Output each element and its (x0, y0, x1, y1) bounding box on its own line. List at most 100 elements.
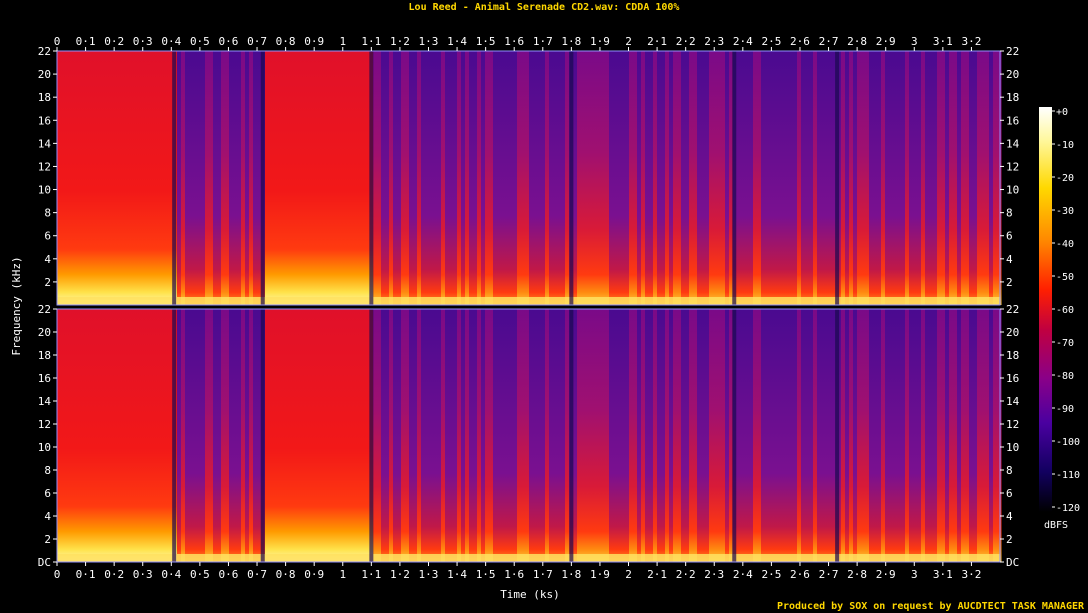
spectrum-column (397, 51, 402, 305)
x-tick-label-bottom: 2·8 (847, 568, 867, 581)
y-tick-label-left: 8 (44, 464, 51, 477)
y-tick-label-right: 6 (1006, 487, 1013, 500)
spectrum-column (273, 309, 278, 562)
track-boundary (172, 309, 177, 562)
spectrum-column (441, 309, 446, 562)
spectrum-column (621, 309, 626, 562)
spectrum-column (161, 51, 166, 305)
x-tick-label-top: 0·7 (247, 35, 267, 48)
spectrum-column (249, 51, 254, 305)
spectrum-column (389, 309, 394, 562)
y-tick-label-right: 14 (1006, 395, 1020, 408)
y-tick-label-right: 16 (1006, 372, 1019, 385)
spectrum-column (521, 309, 526, 562)
spectrum-column (721, 309, 726, 562)
spectrum-column (561, 309, 566, 562)
x-tick-label-bottom: 2·7 (819, 568, 839, 581)
y-tick-label-left: 14 (38, 395, 52, 408)
spectrum-column (777, 51, 782, 305)
x-tick-label-bottom: 0·7 (247, 568, 267, 581)
y-tick-label-left: 12 (38, 160, 51, 173)
spectrum-column (873, 51, 878, 305)
spectrum-column (373, 309, 378, 562)
spectrum-column (409, 51, 414, 305)
spectrum-column (585, 51, 590, 305)
spectrum-column (637, 309, 642, 562)
spectrum-column (677, 309, 682, 562)
spectrum-column (213, 309, 218, 562)
spectrum-column (549, 51, 554, 305)
spectrum-column (149, 51, 154, 305)
spectrum-column (753, 309, 758, 562)
track-boundary (369, 309, 374, 562)
spectrum-column (757, 51, 762, 305)
spectrum-column (597, 51, 602, 305)
spectrum-column (421, 309, 426, 562)
spectrum-column (461, 309, 466, 562)
spectrum-column (189, 309, 194, 562)
y-axis-ticks-right: 2 4 6 8 10 12 14 16 18 20 22 DC 2 4 6 8 10 12 14 16 18 20 22 (1000, 45, 1020, 569)
spectrum-column (641, 51, 646, 305)
x-tick-label-bottom: 1·2 (390, 568, 410, 581)
spectrum-column (681, 309, 686, 562)
spectrum-column (357, 309, 362, 562)
low-freq-band (57, 554, 1000, 562)
track-boundary (172, 51, 177, 305)
spectrum-column (605, 51, 610, 305)
spectrum-column (557, 309, 562, 562)
spectrum-column (437, 51, 442, 305)
spectrum-column (417, 309, 422, 562)
spectrum-column (773, 51, 778, 305)
spectrum-column (413, 51, 418, 305)
spectrum-column (193, 309, 198, 562)
spectrum-column (981, 51, 986, 305)
spectrum-column (645, 51, 650, 305)
spectrum-column (209, 309, 214, 562)
x-tick-label-top: 3·1 (933, 35, 953, 48)
spectrum-column (181, 309, 186, 562)
spectrum-column (133, 51, 138, 305)
spectrum-column (721, 51, 726, 305)
spectrum-column (821, 309, 826, 562)
spectrum-column (977, 309, 982, 562)
spectrum-column (601, 51, 606, 305)
spectrum-column (109, 309, 114, 562)
spectrum-column (509, 51, 514, 305)
spectrum-column (477, 51, 482, 305)
spectrum-column (345, 51, 350, 305)
track-boundary (369, 51, 374, 305)
x-tick-label-bottom: 0·6 (219, 568, 239, 581)
spectrum-column (277, 309, 282, 562)
x-tick-label-top: 1 (339, 35, 346, 48)
y-tick-label-right: 20 (1006, 326, 1019, 339)
spectrum-column (405, 51, 410, 305)
x-tick-label-top: 2·9 (876, 35, 896, 48)
spectrum-column (297, 309, 302, 562)
spectrum-column (629, 51, 634, 305)
x-axis-label: Time (ks) (500, 588, 560, 601)
track-boundary (260, 51, 265, 305)
x-tick-label-top: 0·5 (190, 35, 210, 48)
spectrum-column (149, 309, 154, 562)
spectrum-column (945, 51, 950, 305)
x-axis-ticks-top: 0 0·1 0·2 0·3 0·4 0·5 0·6 0·7 0·8 0·9 1 1·1 1·2 1·3 1·… (54, 35, 981, 51)
spectrum-column (777, 309, 782, 562)
spectrum-column (841, 51, 846, 305)
spectrum-column (901, 51, 906, 305)
spectrum-column (185, 309, 190, 562)
spectrum-column (989, 309, 994, 562)
spectrum-column (165, 51, 170, 305)
spectrum-column (573, 51, 578, 305)
x-tick-label-top: 0·1 (76, 35, 96, 48)
spectrum-column (513, 309, 518, 562)
spectrum-column (869, 51, 874, 305)
x-tick-label-bottom: 2·6 (790, 568, 810, 581)
spectrum-column (557, 51, 562, 305)
spectrum-column (797, 51, 802, 305)
spectrum-column (809, 309, 814, 562)
spectrum-column (961, 309, 966, 562)
spectrum-column (293, 309, 298, 562)
spectrum-column (685, 309, 690, 562)
spectrum-column (697, 309, 702, 562)
chart-title: Lou Reed - Animal Serenade CD2.wav: CDDA… (409, 1, 680, 13)
